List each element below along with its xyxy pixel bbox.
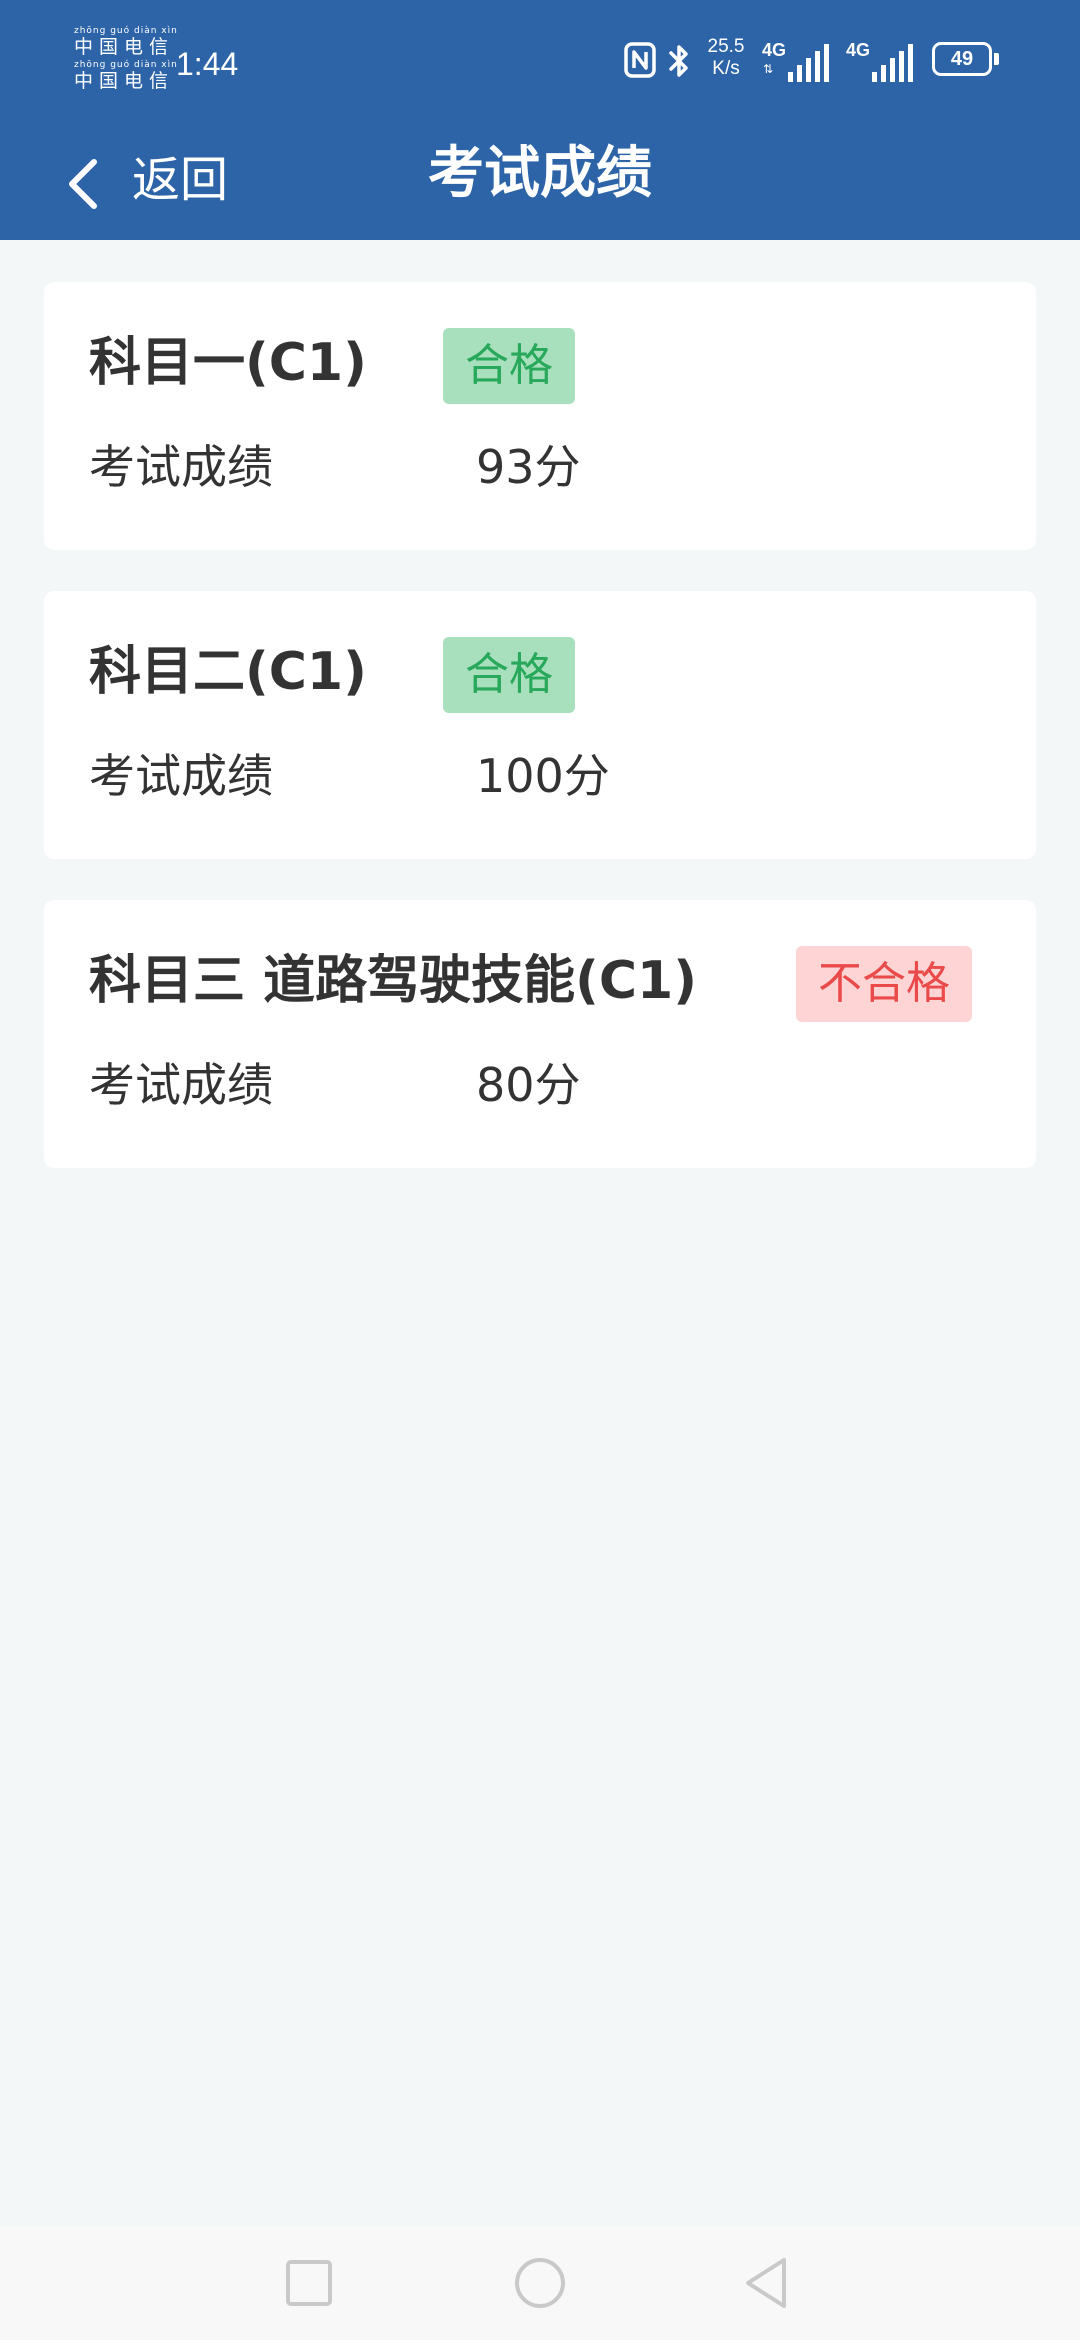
network-speed: 25.5 K/s <box>700 36 752 80</box>
score-row: 考试成绩 93分 <box>89 438 989 496</box>
carrier-name: 中国电信 <box>74 36 175 58</box>
score-value: 80分 <box>476 1058 581 1112</box>
home-icon <box>515 2258 565 2308</box>
exam-results-list: 科目一(C1) 合格 考试成绩 93分 科目二(C1) 合格 考试成绩 100分… <box>44 282 1036 1209</box>
status-badge: 不合格 <box>796 946 972 1022</box>
recent-apps-button[interactable] <box>274 2248 344 2318</box>
network-speed-value: 25.5 <box>707 36 745 57</box>
system-back-button[interactable] <box>732 2248 802 2318</box>
exam-result-card[interactable]: 科目三 道路驾驶技能(C1) 不合格 考试成绩 80分 <box>44 900 1036 1168</box>
subject-title: 科目三 道路驾驶技能(C1) <box>89 951 697 1011</box>
chevron-left-icon <box>69 159 97 209</box>
score-row: 考试成绩 100分 <box>89 747 989 805</box>
score-label: 考试成绩 <box>89 1058 273 1112</box>
battery-icon: 49 <box>932 42 1000 80</box>
battery-level: 49 <box>950 48 974 70</box>
status-icons: 25.5 K/s 4G ⇅ 4G 49 <box>616 34 1016 90</box>
app-header: zhōng guó diàn xìn 中国电信 zhōng guó diàn x… <box>0 0 1080 240</box>
signal-bars-icon-secondary <box>872 44 913 82</box>
score-value: 100分 <box>476 749 610 803</box>
carrier-name-secondary: 中国电信 <box>74 70 175 92</box>
exam-result-card[interactable]: 科目一(C1) 合格 考试成绩 93分 <box>44 282 1036 550</box>
signal-icon: 4G ⇅ <box>762 36 832 86</box>
nfc-icon <box>624 42 656 78</box>
home-button[interactable] <box>505 2248 575 2318</box>
bluetooth-icon <box>669 45 688 77</box>
signal-bars-icon <box>788 44 829 82</box>
signal-type-label: 4G <box>762 40 787 60</box>
subject-title: 科目二(C1) <box>89 642 367 702</box>
status-time: 1:44 <box>176 46 239 82</box>
score-label: 考试成绩 <box>89 440 273 494</box>
data-arrows-icon: ⇅ <box>763 62 773 76</box>
carrier-pinyin-secondary: zhōng guó diàn xìn <box>74 60 178 70</box>
title-bar: 返回 考试成绩 <box>0 120 1080 240</box>
status-badge: 合格 <box>443 637 575 713</box>
score-row: 考试成绩 80分 <box>89 1056 989 1114</box>
subject-title: 科目一(C1) <box>89 333 367 393</box>
back-triangle-icon <box>746 2258 786 2308</box>
back-label: 返回 <box>132 152 229 208</box>
network-speed-unit: K/s <box>712 58 740 79</box>
recent-apps-icon <box>286 2260 332 2306</box>
score-value: 93分 <box>476 440 581 494</box>
score-label: 考试成绩 <box>89 749 273 803</box>
signal-icon-secondary: 4G <box>846 36 916 86</box>
system-navigation-bar <box>0 2226 1080 2340</box>
carrier-pinyin: zhōng guó diàn xìn <box>74 26 178 36</box>
back-button[interactable]: 返回 <box>56 144 246 216</box>
status-badge: 合格 <box>443 328 575 404</box>
signal-type-label-secondary: 4G <box>846 40 871 60</box>
status-bar: zhōng guó diàn xìn 中国电信 zhōng guó diàn x… <box>0 0 1080 120</box>
exam-result-card[interactable]: 科目二(C1) 合格 考试成绩 100分 <box>44 591 1036 859</box>
carrier-logo: zhōng guó diàn xìn 中国电信 zhōng guó diàn x… <box>72 26 177 96</box>
